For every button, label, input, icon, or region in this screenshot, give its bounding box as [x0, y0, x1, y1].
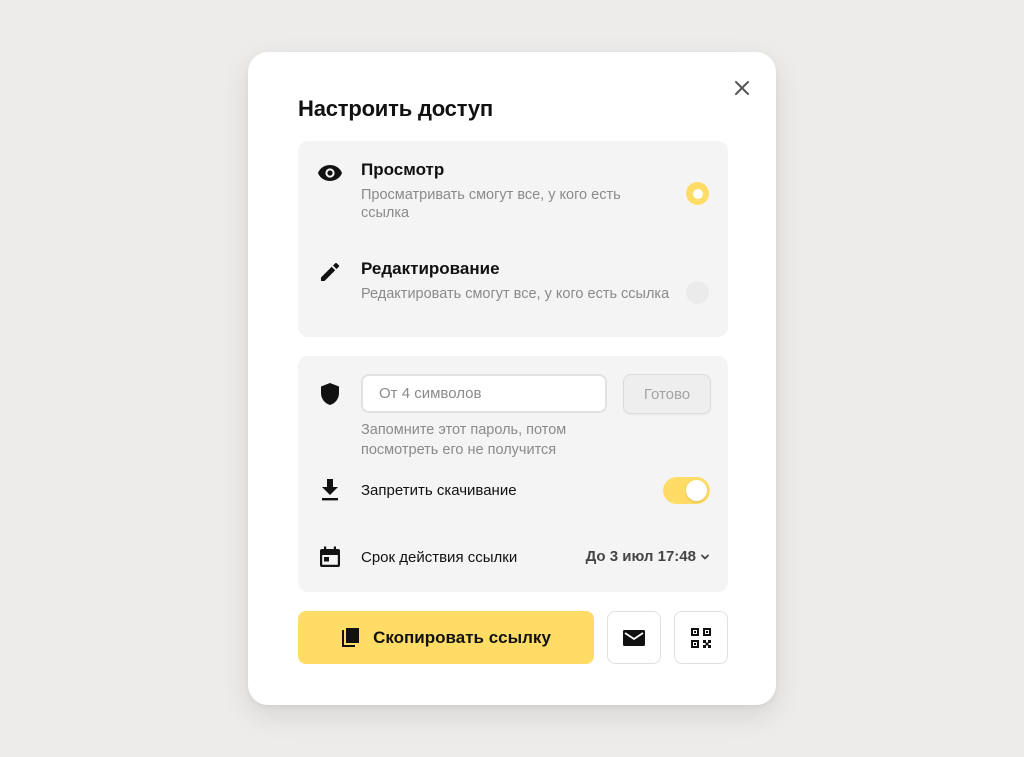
qr-code-button[interactable]: [674, 611, 728, 664]
link-expiry-value: До 3 июл 17:48: [585, 548, 696, 565]
qr-code-icon: [691, 627, 711, 648]
copy-icon: [342, 627, 360, 647]
copy-link-label: Скопировать ссылку: [373, 627, 551, 647]
link-expiry-label: Срок действия ссылки: [361, 549, 518, 566]
link-expiry-select[interactable]: До 3 июл 17:48: [586, 548, 710, 565]
edit-radio[interactable]: [686, 281, 709, 304]
copy-link-button[interactable]: Скопировать ссылку: [298, 611, 594, 664]
access-settings-dialog: Настроить доступ Просмотр Просматривать …: [248, 52, 776, 705]
eye-icon: [316, 159, 344, 187]
password-hint: Запомните этот пароль, потом посмотреть …: [361, 422, 567, 458]
send-email-button[interactable]: [607, 611, 661, 664]
calendar-icon: [316, 543, 344, 571]
password-input[interactable]: [361, 374, 607, 413]
shield-icon: [316, 380, 344, 408]
view-option-description: Просматривать смогут все, у кого есть сс…: [361, 187, 621, 221]
download-icon: [316, 476, 344, 504]
toggle-knob: [686, 480, 707, 501]
disable-download-label: Запретить скачивание: [361, 482, 517, 499]
disable-download-toggle[interactable]: [663, 477, 710, 504]
access-option-edit[interactable]: Редактирование Редактировать смогут все,…: [298, 241, 728, 331]
password-done-button[interactable]: Готово: [623, 374, 711, 414]
close-icon: [735, 81, 749, 95]
access-option-view[interactable]: Просмотр Просматривать смогут все, у ког…: [298, 141, 728, 231]
mail-icon: [623, 629, 645, 646]
edit-option-title: Редактирование: [361, 259, 500, 278]
view-option-title: Просмотр: [361, 160, 445, 179]
dialog-title: Настроить доступ: [298, 96, 493, 121]
close-button[interactable]: [728, 74, 756, 102]
view-radio[interactable]: [686, 182, 709, 205]
access-level-panel: Просмотр Просматривать смогут все, у ког…: [298, 141, 728, 337]
pencil-icon: [316, 258, 344, 286]
edit-option-description: Редактировать смогут все, у кого есть сс…: [361, 286, 670, 302]
link-settings-panel: Готово Запомните этот пароль, потом посм…: [298, 356, 728, 592]
chevron-down-icon: [701, 554, 709, 559]
